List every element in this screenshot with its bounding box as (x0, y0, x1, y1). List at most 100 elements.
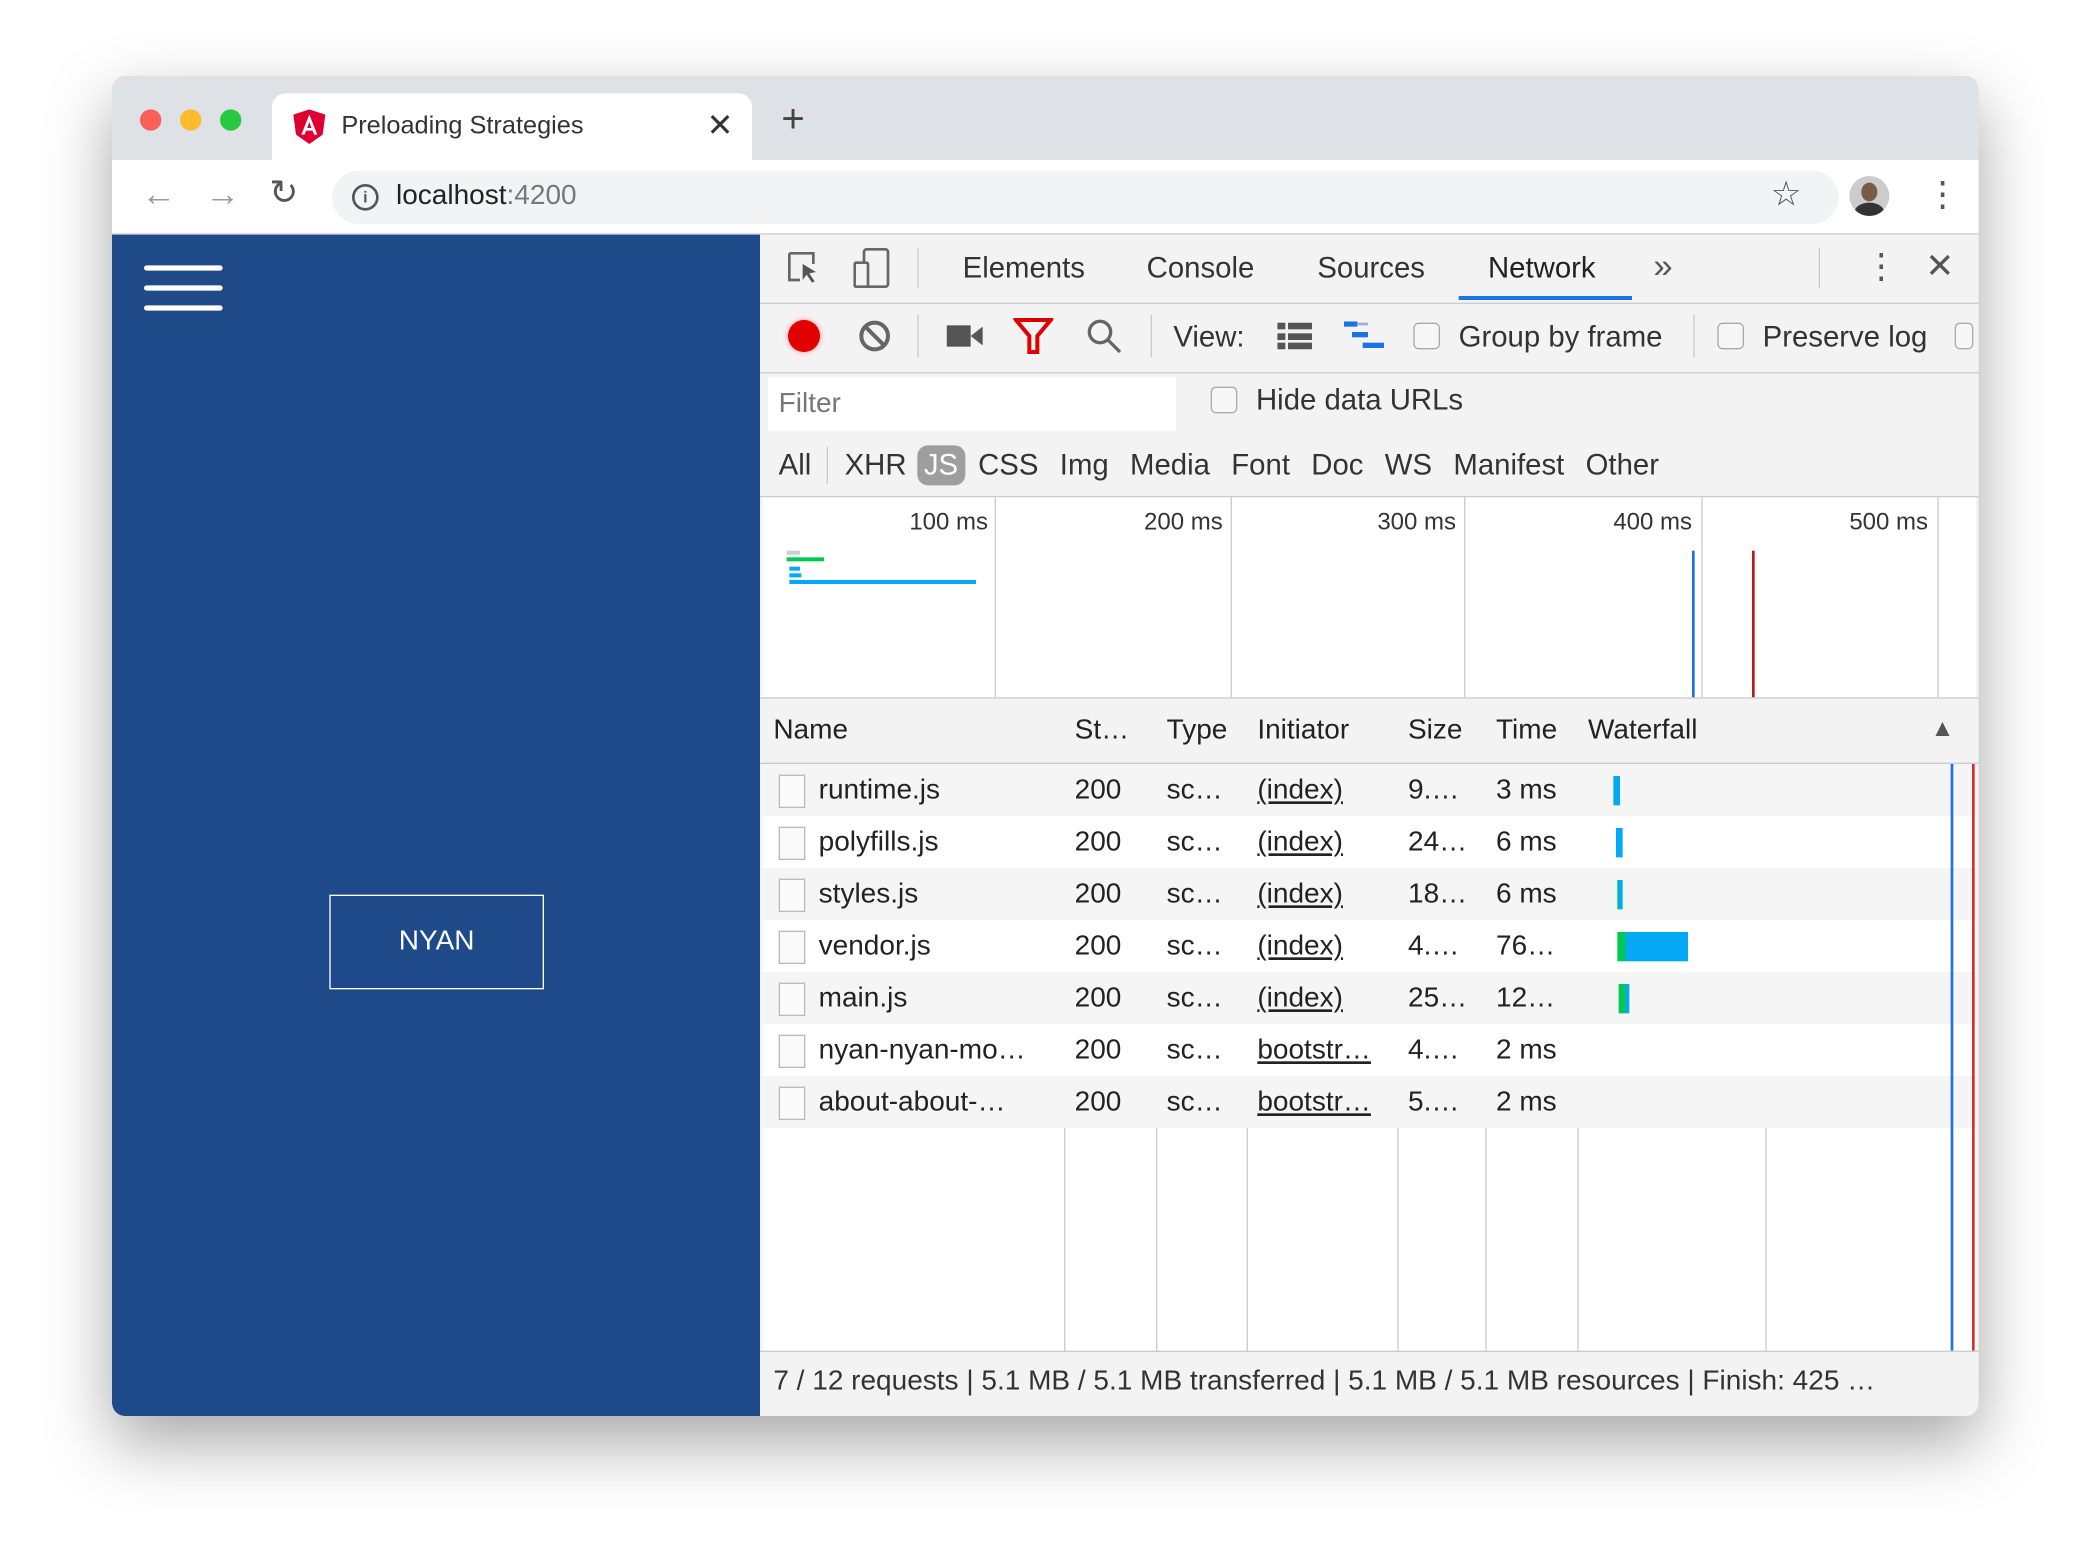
type-css[interactable]: CSS (967, 448, 1049, 483)
filter-icon[interactable] (1013, 317, 1054, 354)
waterfall-bar (1618, 983, 1630, 1014)
tick-200: 200 ms (1143, 507, 1223, 535)
request-initiator[interactable]: (index) (1257, 983, 1343, 1014)
search-icon[interactable] (1085, 317, 1122, 354)
large-rows-icon[interactable] (1277, 322, 1312, 350)
overview-waterfall-icon[interactable] (1343, 321, 1387, 350)
request-name[interactable]: polyfills.js (808, 816, 1061, 868)
table-row[interactable]: main.js 200 sc… (index) 25… 12… (762, 971, 1976, 1024)
request-time: 3 ms (1495, 774, 1557, 806)
type-font[interactable]: Font (1221, 448, 1301, 483)
table-row[interactable]: runtime.js 200 sc… (index) 9.… 3 ms (762, 763, 1976, 816)
type-img[interactable]: Img (1049, 448, 1119, 483)
request-name[interactable]: main.js (808, 972, 1061, 1024)
request-status: 200 (1074, 774, 1122, 806)
request-name[interactable]: runtime.js (808, 764, 1061, 816)
waterfall-bar (1613, 775, 1620, 806)
col-name[interactable]: Name (763, 699, 848, 763)
devtools-menu-icon[interactable]: ⋮ (1864, 245, 1899, 286)
hamburger-menu-icon[interactable] (143, 265, 223, 311)
tab-elements[interactable]: Elements (963, 251, 1085, 286)
col-initiator[interactable]: Initiator (1247, 699, 1349, 763)
table-row[interactable]: nyan-nyan-mo… 200 sc… bootstr… 4.… 2 ms (762, 1023, 1976, 1076)
type-media[interactable]: Media (1119, 448, 1220, 483)
request-initiator[interactable]: (index) (1257, 775, 1343, 806)
request-name[interactable]: styles.js (808, 868, 1061, 920)
device-toolbar-icon[interactable] (853, 247, 890, 288)
bookmark-star-icon[interactable]: ☆ (1771, 173, 1802, 214)
tab-network[interactable]: Network (1488, 251, 1596, 286)
col-type[interactable]: Type (1156, 699, 1228, 763)
request-name[interactable]: about-about-… (808, 1076, 1061, 1128)
close-devtools-icon[interactable]: ✕ (1925, 245, 1954, 286)
app-page: NYAN (111, 234, 760, 1416)
request-name[interactable]: nyan-nyan-mo… (808, 1024, 1061, 1076)
col-status[interactable]: St… (1064, 699, 1129, 763)
nyan-button[interactable]: NYAN (329, 894, 544, 990)
disable-cache-checkbox[interactable] (1954, 322, 1974, 350)
new-tab-button[interactable]: + (781, 97, 804, 142)
request-size: 4.… (1407, 930, 1460, 962)
type-all[interactable]: All (771, 448, 820, 483)
request-initiator[interactable]: bootstr… (1257, 1087, 1371, 1118)
more-tabs-icon[interactable]: » (1653, 245, 1672, 286)
request-initiator[interactable]: (index) (1257, 931, 1343, 962)
url-field[interactable]: i localhost:4200 (331, 170, 1839, 224)
browser-menu-icon[interactable]: ⋮ (1925, 173, 1960, 214)
request-size: 5.… (1407, 1086, 1460, 1118)
request-time: 12… (1495, 982, 1556, 1014)
hide-data-urls-checkbox[interactable] (1210, 386, 1238, 414)
reload-icon[interactable]: ↻ (269, 172, 298, 213)
forward-icon[interactable]: → (205, 173, 240, 214)
request-time: 6 ms (1495, 878, 1557, 910)
request-status: 200 (1074, 1034, 1122, 1066)
request-type: sc… (1166, 1034, 1223, 1066)
close-window-button[interactable] (139, 109, 162, 131)
maximize-window-button[interactable] (219, 109, 242, 131)
minimize-window-button[interactable] (179, 109, 202, 131)
waterfall-bar (1617, 931, 1688, 962)
request-initiator[interactable]: (index) (1257, 827, 1343, 858)
view-label: View: (1173, 319, 1245, 354)
file-icon (778, 1086, 806, 1120)
back-icon[interactable]: ← (141, 173, 176, 214)
angular-icon (293, 109, 326, 144)
tab-title: Preloading Strategies (341, 111, 584, 140)
type-doc[interactable]: Doc (1301, 448, 1374, 483)
record-button[interactable] (787, 319, 820, 352)
request-name[interactable]: vendor.js (808, 920, 1061, 972)
col-waterfall[interactable]: Waterfall (1577, 699, 1697, 763)
sort-ascending-icon[interactable]: ▲ (1931, 715, 1955, 743)
group-by-frame-checkbox[interactable] (1413, 322, 1440, 350)
table-row[interactable]: styles.js 200 sc… (index) 18… 6 ms (762, 867, 1976, 920)
request-type: sc… (1166, 982, 1223, 1014)
browser-tab[interactable]: Preloading Strategies ✕ (271, 93, 752, 162)
request-initiator[interactable]: (index) (1257, 879, 1343, 910)
type-xhr[interactable]: XHR (837, 448, 915, 483)
profile-avatar[interactable] (1849, 175, 1890, 216)
close-tab-icon[interactable]: ✕ (707, 107, 734, 146)
file-icon (778, 826, 806, 860)
col-size[interactable]: Size (1397, 699, 1462, 763)
table-row[interactable]: about-about-… 200 sc… bootstr… 5.… 2 ms (762, 1075, 1976, 1128)
table-row[interactable]: polyfills.js 200 sc… (index) 24… 6 ms (762, 815, 1976, 868)
col-time[interactable]: Time (1485, 699, 1557, 763)
clear-icon[interactable] (857, 319, 892, 354)
url-port: :4200 (506, 179, 577, 211)
type-other[interactable]: Other (1575, 448, 1670, 483)
screenshot-camera-icon[interactable] (946, 323, 984, 350)
type-manifest[interactable]: Manifest (1443, 448, 1575, 483)
tab-sources[interactable]: Sources (1317, 251, 1425, 286)
filter-input[interactable]: Filter (767, 377, 1176, 431)
type-js[interactable]: JS (917, 445, 965, 486)
network-overview[interactable]: 100 ms 200 ms 300 ms 400 ms 500 ms (762, 497, 1976, 698)
type-ws[interactable]: WS (1374, 448, 1443, 483)
info-icon[interactable]: i (351, 183, 379, 211)
table-row[interactable]: vendor.js 200 sc… (index) 4.… 76… (762, 919, 1976, 972)
tab-console[interactable]: Console (1147, 251, 1255, 286)
request-initiator[interactable]: bootstr… (1257, 1035, 1371, 1066)
preserve-log-checkbox[interactable] (1717, 322, 1744, 350)
inspect-element-icon[interactable] (787, 251, 822, 288)
address-bar-row: ← → ↻ i localhost:4200 ☆ ⋮ (111, 159, 1979, 235)
url-host: localhost (395, 179, 507, 211)
